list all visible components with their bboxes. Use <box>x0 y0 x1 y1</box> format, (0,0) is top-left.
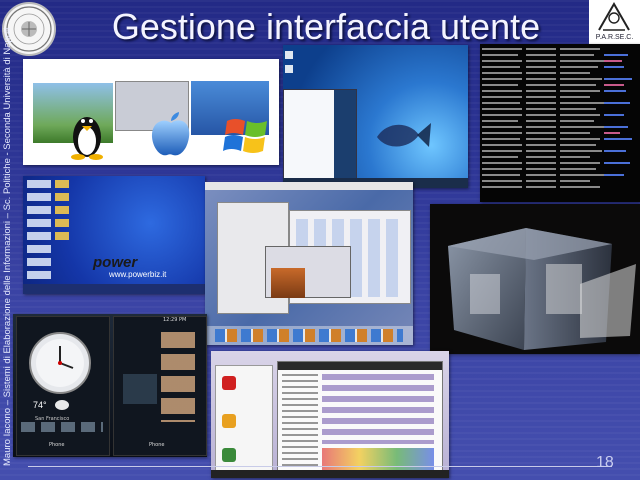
mobile-temperature: 74° <box>33 400 47 410</box>
linux-tux-icon <box>71 117 103 160</box>
vertical-footer-text: Mauro Iacono – Sistemi di Elaborazione d… <box>2 27 13 466</box>
file-manager-window <box>277 361 443 475</box>
mobile-time: 12:29 PM <box>163 317 187 323</box>
mobile-homescreen-screenshot: 12:29 PM 74° San Francisco Phone Phone <box>13 314 207 457</box>
start-menu <box>283 89 357 181</box>
cloud-icon <box>55 400 69 410</box>
blue-desktop-screenshot: power www.powerbiz.it <box>23 176 205 294</box>
macos-desktop-screenshot <box>205 182 413 345</box>
fish-wallpaper-icon <box>377 123 431 147</box>
3d-cube-desktop-screenshot <box>430 204 640 354</box>
powerbiz-text: www.powerbiz.it <box>109 270 167 279</box>
mobile-phone-label-left: Phone <box>49 442 65 448</box>
footer-line <box>28 466 612 467</box>
analog-clock-icon <box>29 332 91 394</box>
windows7-desktop-screenshot <box>283 45 468 188</box>
desktop-icons-column <box>27 180 51 280</box>
contacts-column <box>161 332 195 422</box>
kde-desktop-screenshot <box>211 351 449 478</box>
slide-title: Gestione interfaccia utente <box>111 6 541 47</box>
windows-logo-icon <box>223 119 267 153</box>
apple-logo-icon <box>151 112 190 156</box>
taskbar <box>211 470 449 478</box>
dock <box>205 326 413 345</box>
terminal-listing-screenshot <box>480 44 640 202</box>
page-number: 18 <box>596 454 614 471</box>
side-panel <box>215 365 273 473</box>
mobile-phone-label-right: Phone <box>149 442 165 448</box>
parsec-logo-label: P.A.R.SE.C. <box>595 34 634 41</box>
os-logos-screenshot <box>23 59 279 165</box>
taskbar <box>23 284 205 294</box>
